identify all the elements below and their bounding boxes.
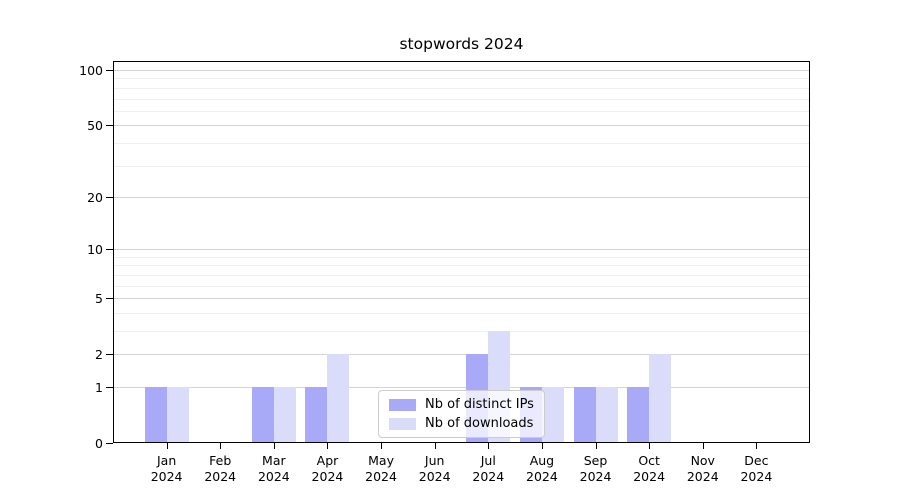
- x-axis-tick-mark: [596, 443, 597, 449]
- y-axis-tick-mark: [106, 70, 113, 71]
- y-axis-tick-label: 1: [37, 380, 103, 395]
- bar-downloads-apr: [327, 354, 349, 443]
- y-axis-tick-label: 100: [37, 63, 103, 78]
- x-axis-tick-mark: [381, 443, 382, 449]
- minor-gridline: [113, 331, 810, 332]
- y-axis-tick-label: 20: [37, 190, 103, 205]
- minor-gridline: [113, 265, 810, 266]
- bar-downloads-sep: [596, 387, 618, 443]
- y-axis-tick-label: 2: [37, 347, 103, 362]
- x-axis-tick-label: Dec 2024: [721, 453, 791, 485]
- legend-swatch-downloads: [389, 418, 416, 430]
- legend-swatch-distinct-ips: [389, 399, 416, 411]
- bar-distinct-ips-sep: [574, 387, 596, 443]
- chart-title: stopwords 2024: [113, 35, 810, 53]
- x-axis-tick-mark: [327, 443, 328, 449]
- bar-downloads-jan: [167, 387, 189, 443]
- minor-gridline: [113, 313, 810, 314]
- minor-gridline: [113, 286, 810, 287]
- x-axis-tick-mark: [756, 443, 757, 449]
- bar-downloads-mar: [274, 387, 296, 443]
- bar-distinct-ips-oct: [627, 387, 649, 443]
- bar-downloads-oct: [649, 354, 671, 443]
- x-axis-tick-mark: [542, 443, 543, 449]
- y-axis-tick-label: 50: [37, 118, 103, 133]
- major-gridline: [113, 249, 810, 250]
- minor-gridline: [113, 111, 810, 112]
- major-gridline: [113, 70, 810, 71]
- legend: Nb of distinct IPs Nb of downloads: [378, 390, 545, 438]
- y-axis-tick-mark: [106, 125, 113, 126]
- legend-entry-downloads: Nb of downloads: [389, 416, 544, 431]
- x-axis-tick-mark: [220, 443, 221, 449]
- minor-gridline: [113, 257, 810, 258]
- minor-gridline: [113, 99, 810, 100]
- legend-entry-distinct-ips: Nb of distinct IPs: [389, 397, 544, 412]
- y-axis-tick-mark: [106, 387, 113, 388]
- minor-gridline: [113, 143, 810, 144]
- minor-gridline: [113, 88, 810, 89]
- y-axis-tick-mark: [106, 298, 113, 299]
- legend-label-downloads: Nb of downloads: [425, 416, 533, 431]
- bar-distinct-ips-apr: [305, 387, 327, 443]
- major-gridline: [113, 354, 810, 355]
- x-axis-tick-mark: [274, 443, 275, 449]
- major-gridline: [113, 387, 810, 388]
- legend-label-distinct-ips: Nb of distinct IPs: [425, 397, 534, 412]
- major-gridline: [113, 125, 810, 126]
- x-axis-tick-mark: [649, 443, 650, 449]
- y-axis-tick-mark: [106, 197, 113, 198]
- y-axis-tick-mark: [106, 249, 113, 250]
- x-axis-tick-mark: [167, 443, 168, 449]
- minor-gridline: [113, 78, 810, 79]
- x-axis-tick-mark: [435, 443, 436, 449]
- plot-area: Nb of distinct IPs Nb of downloads: [113, 61, 810, 443]
- bar-distinct-ips-jan: [145, 387, 167, 443]
- major-gridline: [113, 197, 810, 198]
- y-axis-tick-mark: [106, 443, 113, 444]
- bar-downloads-aug: [542, 387, 564, 443]
- y-axis-tick-label: 0: [37, 436, 103, 451]
- x-axis-tick-mark: [703, 443, 704, 449]
- figure: stopwords 2024 Nb of distinct IPs Nb of …: [0, 0, 900, 500]
- major-gridline: [113, 298, 810, 299]
- minor-gridline: [113, 166, 810, 167]
- y-axis-tick-mark: [106, 354, 113, 355]
- minor-gridline: [113, 275, 810, 276]
- y-axis-tick-label: 5: [37, 291, 103, 306]
- x-axis-tick-mark: [488, 443, 489, 449]
- y-axis-tick-label: 10: [37, 242, 103, 257]
- bar-distinct-ips-mar: [252, 387, 274, 443]
